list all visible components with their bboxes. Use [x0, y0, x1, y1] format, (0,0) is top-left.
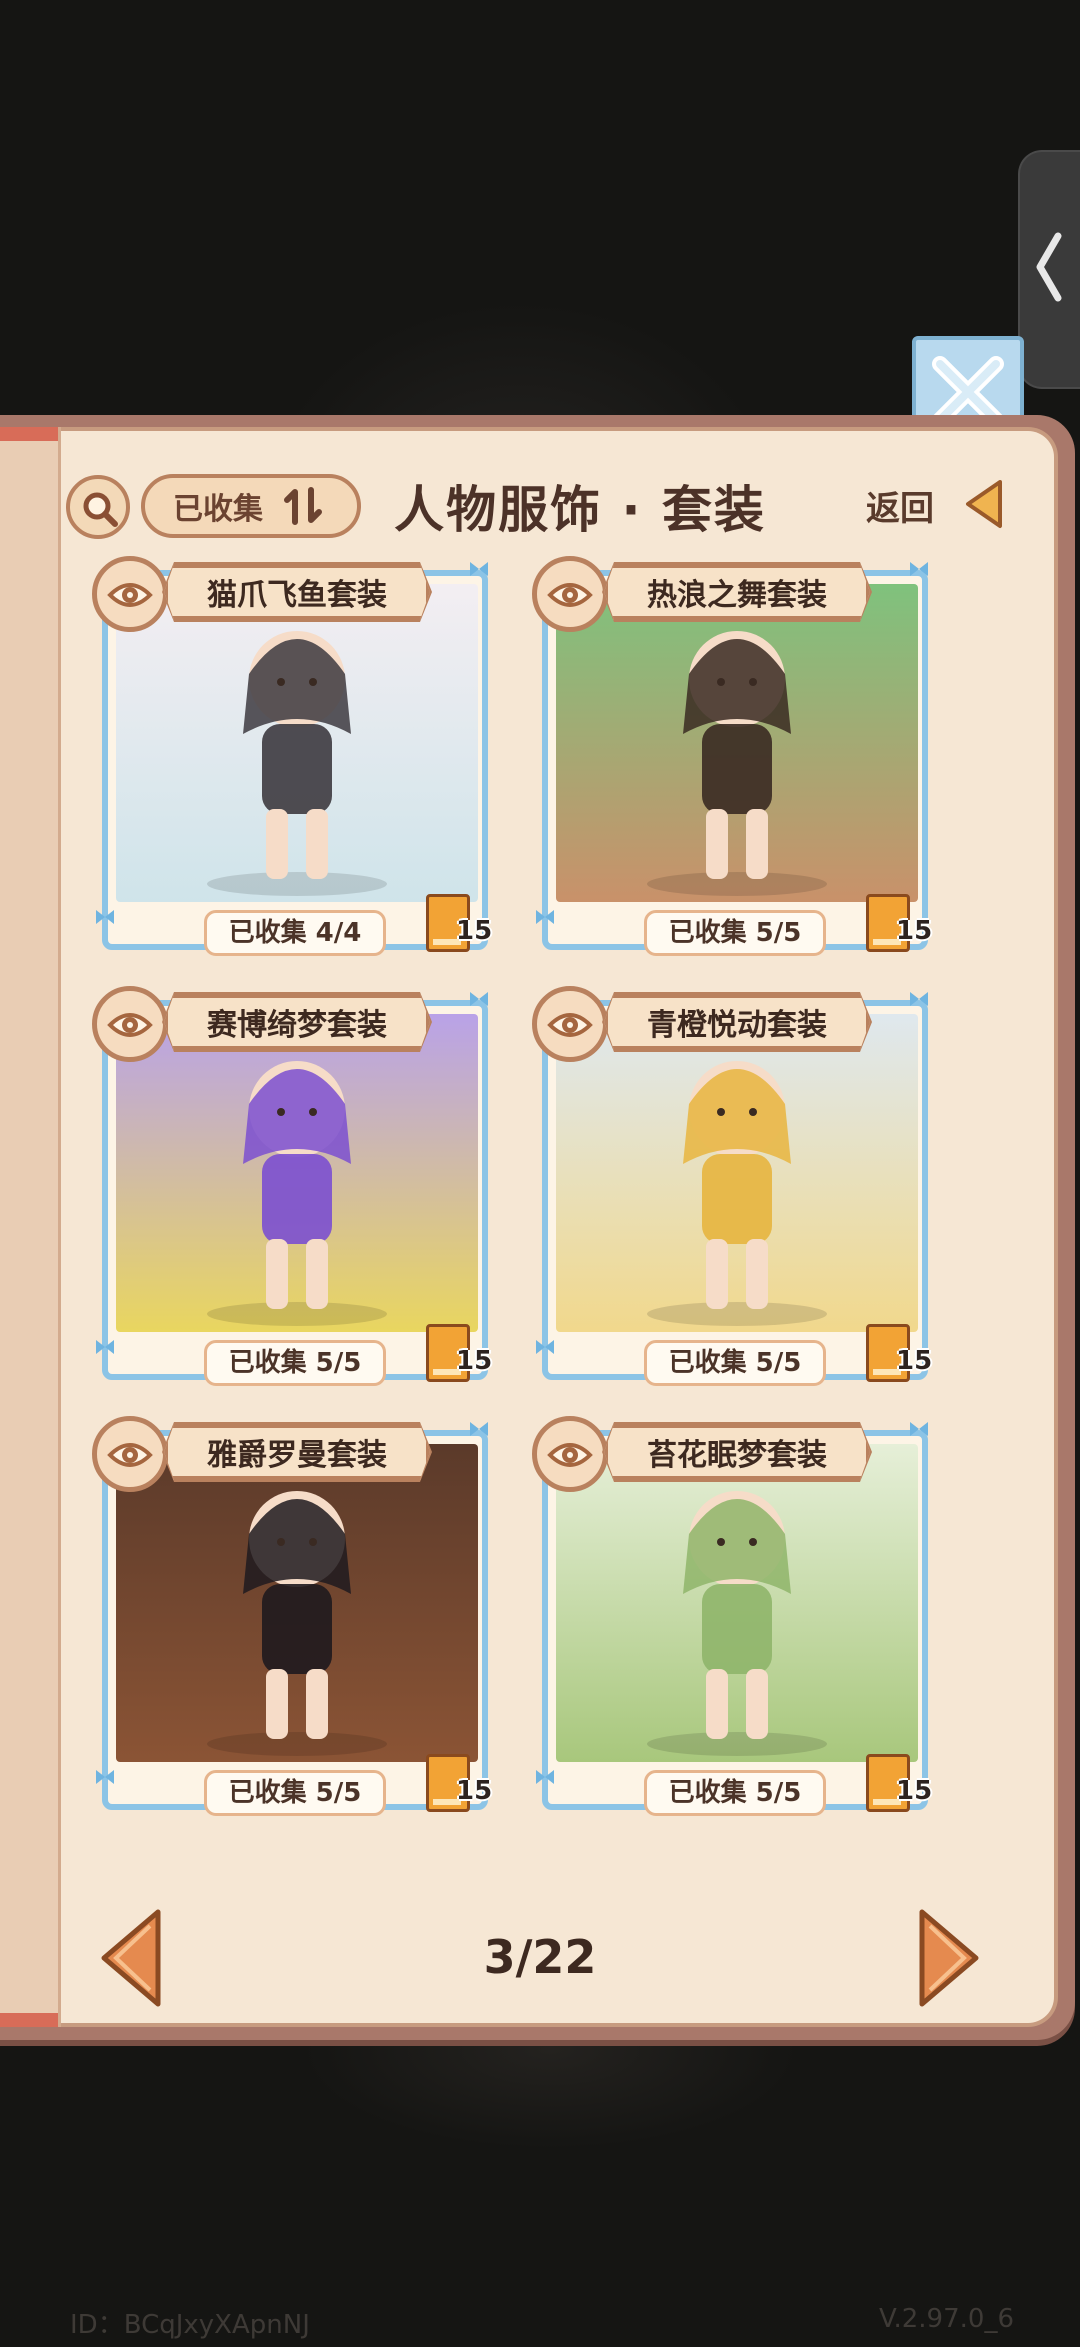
- preview-button[interactable]: [532, 986, 608, 1062]
- outfit-artwork: [556, 584, 918, 902]
- bow-icon: [536, 1770, 554, 1784]
- character-figure: [647, 631, 827, 896]
- next-page-arrow[interactable]: [916, 1908, 982, 2008]
- bow-icon: [470, 992, 488, 1006]
- spine-ribbon-bottom: [0, 2013, 58, 2027]
- outfit-name: 苔花眠梦套装: [604, 1424, 870, 1480]
- outfit-name: 青橙悦动套装: [604, 994, 870, 1050]
- eye-icon: [107, 583, 153, 607]
- bow-icon: [470, 1422, 488, 1436]
- spine-ribbon-top: [0, 427, 58, 441]
- bow-icon: [96, 1340, 114, 1354]
- collected-count: 已收集 4/4: [204, 910, 386, 956]
- back-button[interactable]: 返回: [866, 481, 934, 530]
- filter-label: 已收集: [173, 492, 263, 527]
- collected-count: 已收集 5/5: [204, 1340, 386, 1386]
- preview-button[interactable]: [92, 1416, 168, 1492]
- side-panel-tab[interactable]: [1018, 150, 1080, 389]
- bow-icon: [536, 910, 554, 924]
- version-label: V.2.97.0_6: [879, 2304, 1014, 2334]
- page-title: 人物服饰 · 套装: [394, 481, 766, 539]
- outfit-artwork: [116, 584, 478, 902]
- character-figure: [647, 1061, 827, 1326]
- outfit-card[interactable]: 雅爵罗曼套装 已收集 5/5 15: [92, 1416, 492, 1816]
- outfit-card[interactable]: 猫爪飞鱼套装 已收集 4/4 15: [92, 556, 492, 956]
- reward-points: 15: [896, 1776, 933, 1806]
- bow-icon: [910, 1422, 928, 1436]
- character-figure: [207, 1061, 387, 1326]
- outfit-name: 雅爵罗曼套装: [164, 1424, 430, 1480]
- outfit-name: 猫爪飞鱼套装: [164, 564, 430, 620]
- collected-count: 已收集 5/5: [644, 1340, 826, 1386]
- eye-icon: [547, 1013, 593, 1037]
- outfit-card[interactable]: 苔花眠梦套装 已收集 5/5 15: [532, 1416, 932, 1816]
- bow-icon: [470, 562, 488, 576]
- player-id: ID：BCqJxyXApnNJ: [70, 2310, 310, 2340]
- preview-button[interactable]: [532, 556, 608, 632]
- prev-page-arrow[interactable]: [98, 1908, 164, 2008]
- bow-icon: [536, 1340, 554, 1354]
- reward-points: 15: [456, 916, 493, 946]
- preview-button[interactable]: [92, 556, 168, 632]
- bow-icon: [910, 992, 928, 1006]
- eye-icon: [547, 583, 593, 607]
- outfit-artwork: [116, 1014, 478, 1332]
- character-figure: [647, 1491, 827, 1756]
- back-arrow-icon[interactable]: [962, 478, 1006, 530]
- outfit-artwork: [556, 1014, 918, 1332]
- book-spine: [0, 427, 61, 2027]
- outfit-name: 赛博绮梦套装: [164, 994, 430, 1050]
- collected-count: 已收集 5/5: [644, 1770, 826, 1816]
- eye-icon: [547, 1443, 593, 1467]
- bow-icon: [910, 562, 928, 576]
- reward-points: 15: [456, 1776, 493, 1806]
- outfit-name: 热浪之舞套装: [604, 564, 870, 620]
- eye-icon: [107, 1443, 153, 1467]
- character-figure: [207, 631, 387, 896]
- collected-count: 已收集 5/5: [204, 1770, 386, 1816]
- reward-points: 15: [456, 1346, 493, 1376]
- collected-count: 已收集 5/5: [644, 910, 826, 956]
- collected-filter-button[interactable]: 已收集: [141, 474, 361, 538]
- chevron-left-icon: [1036, 232, 1062, 302]
- reward-points: 15: [896, 1346, 933, 1376]
- outfit-artwork: [556, 1444, 918, 1762]
- outfit-card[interactable]: 青橙悦动套装 已收集 5/5 15: [532, 986, 932, 1386]
- search-button[interactable]: [66, 475, 130, 539]
- bow-icon: [96, 1770, 114, 1784]
- page-indicator: 3/22: [483, 1930, 597, 1984]
- eye-icon: [107, 1013, 153, 1037]
- search-icon: [83, 492, 118, 527]
- preview-button[interactable]: [532, 1416, 608, 1492]
- outfit-artwork: [116, 1444, 478, 1762]
- character-figure: [207, 1491, 387, 1756]
- preview-button[interactable]: [92, 986, 168, 1062]
- outfit-card[interactable]: 赛博绮梦套装 已收集 5/5 15: [92, 986, 492, 1386]
- outfit-card[interactable]: 热浪之舞套装 已收集 5/5 15: [532, 556, 932, 956]
- bow-icon: [96, 910, 114, 924]
- reward-points: 15: [896, 916, 933, 946]
- sort-icon: [284, 487, 322, 525]
